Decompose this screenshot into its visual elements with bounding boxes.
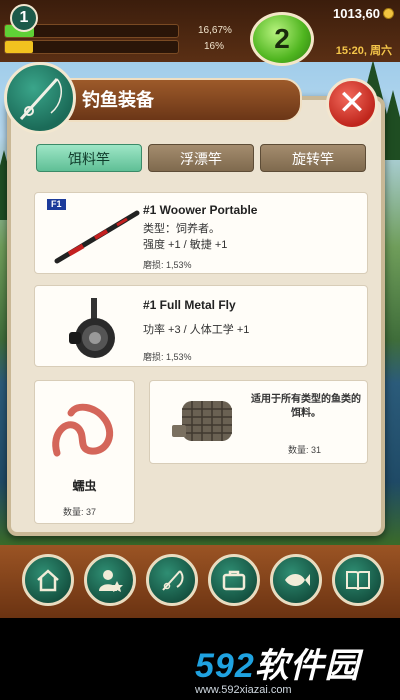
home-icon <box>37 569 59 592</box>
level-indicator: 2 <box>250 12 314 66</box>
fishing-rod-icon <box>162 570 184 591</box>
bait-count: 数量: 37 <box>63 507 97 517</box>
feeder-description: 适用于所有类型的鱼类的饵料。 <box>251 394 361 419</box>
money-amount: 1013,60 <box>333 6 380 21</box>
coin-icon <box>383 8 394 19</box>
tab-spinning-rod[interactable]: 旋转竿 <box>260 144 366 172</box>
set-number-badge[interactable]: 1 <box>10 4 38 32</box>
book-icon <box>346 571 370 591</box>
experience-percent: 16,67% <box>198 25 232 36</box>
feeder-card[interactable]: 适用于所有类型的鱼类的饵料。 数量: 31 <box>149 380 368 464</box>
reel-wear: 磨损: 1,53% <box>143 352 192 362</box>
energy-bar <box>4 40 179 54</box>
home-button[interactable] <box>22 554 74 606</box>
close-button[interactable]: ✕ <box>326 78 378 130</box>
rod-type-tabs: 饵料竿 浮漂竿 旋转竿 <box>36 144 366 172</box>
worm-icon <box>52 403 114 457</box>
tab-float-rod[interactable]: 浮漂竿 <box>148 144 254 172</box>
energy-bar-fill <box>5 41 33 53</box>
fishing-rod-icon <box>54 210 140 264</box>
book-button[interactable] <box>332 554 384 606</box>
site-watermark: 592软件园 www.592xiazai.com <box>195 638 395 700</box>
reel-stats: 功率 +3 / 人体工学 +1 <box>143 324 250 336</box>
reel-card[interactable]: #1 Full Metal Fly 功率 +3 / 人体工学 +1 磨损: 1,… <box>34 285 368 367</box>
watermark-logo-text: 软件园 <box>254 647 360 685</box>
top-hud: 16,67% 16% 1013,60 15:20, 周六 <box>0 0 400 62</box>
rod-card[interactable]: F1 #1 Woower Portable 类型：饲养者。 强度 +1 / 敏捷… <box>34 192 368 274</box>
game-time: 15:20, 周六 <box>335 45 392 57</box>
rod-wear: 磨损: 1,53% <box>143 260 192 270</box>
reel-icon <box>69 298 115 358</box>
reel-name: #1 Full Metal Fly <box>143 298 236 312</box>
fish-icon <box>285 574 310 586</box>
profile-button[interactable] <box>84 554 136 606</box>
money-display: 1013,60 <box>333 6 394 21</box>
rod-stats: 强度 +1 / 敏捷 +1 <box>143 239 228 251</box>
equipment-badge <box>4 62 76 134</box>
bait-name: 蠕虫 <box>72 479 97 493</box>
briefcase-icon <box>222 570 246 591</box>
watermark-logo-number: 592 <box>195 647 255 685</box>
inventory-button[interactable] <box>208 554 260 606</box>
feeder-count: 数量: 31 <box>288 445 322 455</box>
tab-bait-rod[interactable]: 饵料竿 <box>36 144 142 172</box>
profile-icon <box>99 570 123 592</box>
feeder-icon <box>172 401 232 441</box>
rod-type: 类型：饲养者。 <box>143 223 220 235</box>
watermark-logo: 592软件园 <box>195 638 395 687</box>
bait-card[interactable]: 蠕虫 数量: 37 <box>34 380 135 524</box>
fish-button[interactable] <box>270 554 322 606</box>
rod-name: #1 Woower Portable <box>143 203 258 217</box>
fishing-rod-icon <box>19 77 63 121</box>
energy-percent: 16% <box>204 41 225 52</box>
equipment-nav-button[interactable] <box>146 554 198 606</box>
